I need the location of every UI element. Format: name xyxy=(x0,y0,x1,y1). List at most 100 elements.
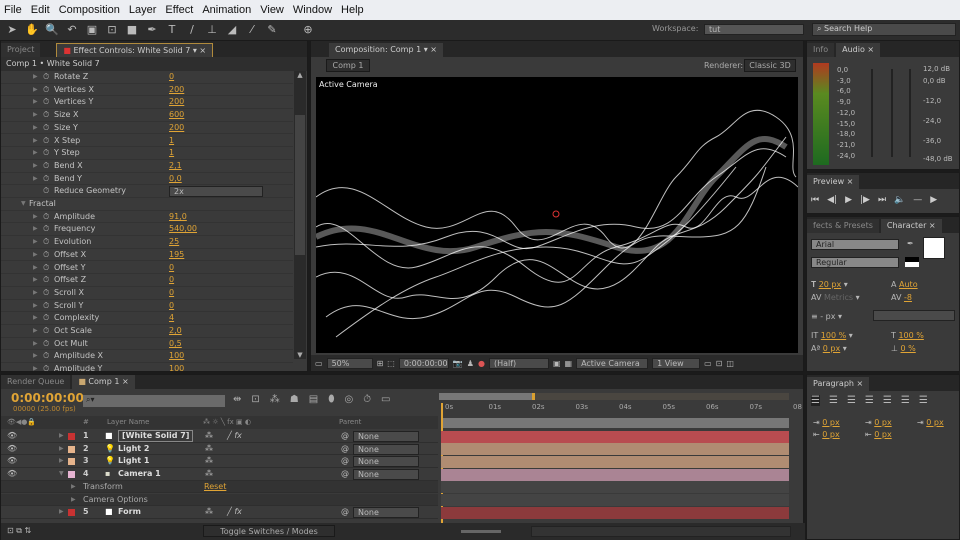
property-value[interactable]: 0 xyxy=(169,71,174,83)
stopwatch-icon[interactable]: ⏱ xyxy=(43,173,49,185)
ram-preview-icon[interactable]: ▶ xyxy=(930,195,937,205)
tab-effect-controls[interactable]: ■ Effect Controls: White Solid 7 ▾ × xyxy=(56,43,214,57)
toggle-switches-modes-button[interactable]: Toggle Switches / Modes xyxy=(203,525,335,537)
resolution-select[interactable]: (Half) xyxy=(488,357,549,369)
magnification-select[interactable]: 50% xyxy=(326,357,373,369)
brainstorm-icon[interactable]: ◎ xyxy=(344,394,353,405)
menu-view[interactable]: View xyxy=(260,4,284,16)
default-colors-icon[interactable] xyxy=(905,257,919,267)
expand-triangle-icon[interactable]: ▶ xyxy=(33,173,38,185)
menu-window[interactable]: Window xyxy=(293,4,332,16)
font-style-select[interactable]: Regular xyxy=(811,257,899,268)
property-value[interactable]: 0,5 xyxy=(169,338,182,350)
camera-view-select[interactable]: Active Camera xyxy=(576,357,649,369)
tsume-field[interactable]: 0 % xyxy=(901,344,916,353)
stopwatch-icon[interactable]: ⏱ xyxy=(43,211,49,223)
tab-render-queue[interactable]: Render Queue xyxy=(1,375,71,389)
renderer-button[interactable]: Classic 3D xyxy=(744,59,796,72)
graph-editor-icon[interactable]: ▭ xyxy=(381,394,390,405)
first-frame-icon[interactable]: ⏮ xyxy=(811,195,819,205)
property-value[interactable]: 91,0 xyxy=(169,211,187,223)
frame-blending-icon[interactable]: ▤ xyxy=(309,394,318,405)
eraser-tool-icon[interactable]: ◢ xyxy=(224,23,240,37)
property-value[interactable]: 2,0 xyxy=(169,325,182,337)
stopwatch-icon[interactable]: ⏱ xyxy=(43,135,49,147)
layer-duration-bar[interactable] xyxy=(441,468,789,481)
pan-behind-tool-icon[interactable]: ⊡ xyxy=(104,23,120,37)
expand-triangle-icon[interactable]: ▶ xyxy=(33,122,38,134)
brush-tool-icon[interactable]: / xyxy=(184,23,200,37)
menu-layer[interactable]: Layer xyxy=(129,4,157,16)
property-value[interactable]: 540,00 xyxy=(169,223,197,235)
tab-comp-1-timeline[interactable]: ■ Comp 1 × xyxy=(72,375,135,389)
expand-triangle-icon[interactable]: ▶ xyxy=(33,147,38,159)
clone-tool-icon[interactable]: ⊥ xyxy=(204,23,220,37)
timeline-search-input[interactable]: ⌕▾ xyxy=(83,395,225,407)
effect-group-label[interactable]: Fractal xyxy=(29,198,56,210)
expand-triangle-icon[interactable]: ▶ xyxy=(33,84,38,96)
expand-triangle-icon[interactable]: ▶ xyxy=(33,160,38,172)
property-value[interactable]: 600 xyxy=(169,109,184,121)
property-value[interactable]: 200 xyxy=(169,122,184,134)
shape-tool-icon[interactable]: ■ xyxy=(124,23,140,37)
expand-triangle-icon[interactable]: ▶ xyxy=(33,287,38,299)
expand-triangle-icon[interactable]: ▶ xyxy=(33,363,38,371)
layer-duration-bar[interactable] xyxy=(441,506,789,519)
align-right-icon[interactable]: ☰ xyxy=(847,395,856,406)
show-snapshot-icon[interactable]: ♟ xyxy=(467,359,474,368)
menu-help[interactable]: Help xyxy=(341,4,364,16)
kerning-field[interactable]: Metrics xyxy=(824,293,853,302)
property-value[interactable]: 100 xyxy=(169,350,184,362)
tab-project[interactable]: Project xyxy=(1,43,41,57)
expand-triangle-icon[interactable]: ▶ xyxy=(33,236,38,248)
indent-left-field[interactable]: 0 px xyxy=(822,418,839,427)
expand-triangle-icon[interactable]: ▶ xyxy=(33,96,38,108)
hand-tool-icon[interactable]: ✋ xyxy=(24,23,40,37)
stopwatch-icon[interactable]: ⏱ xyxy=(43,185,49,197)
layer-duration-bar[interactable] xyxy=(441,455,789,468)
property-value[interactable]: 0,0 xyxy=(169,173,182,185)
property-value[interactable]: 0 xyxy=(169,287,174,299)
menu-file[interactable]: File xyxy=(4,4,22,16)
stopwatch-icon[interactable]: ⏱ xyxy=(43,274,49,286)
time-ruler[interactable]: 0s 01s 02s 03s 04s 05s 06s 07s 08 xyxy=(439,401,802,413)
property-value[interactable]: 0 xyxy=(169,262,174,274)
next-frame-icon[interactable]: |▶ xyxy=(860,195,870,205)
property-value[interactable]: 100 xyxy=(169,363,184,371)
property-value[interactable]: 25 xyxy=(169,236,179,248)
play-icon[interactable]: ▶ xyxy=(845,195,852,205)
transparency-grid-icon[interactable]: ▦ xyxy=(565,359,573,368)
stopwatch-icon[interactable]: ⏱ xyxy=(43,160,49,172)
roto-brush-icon[interactable]: ⁄ xyxy=(244,23,260,37)
search-help-input[interactable]: ⌕ Search Help xyxy=(812,23,956,36)
expand-triangle-icon[interactable]: ▶ xyxy=(33,262,38,274)
rotate-tool-icon[interactable]: ↶ xyxy=(64,23,80,37)
channel-icon[interactable]: ● xyxy=(478,359,485,368)
tab-audio[interactable]: Audio × xyxy=(836,43,881,57)
font-size-field[interactable]: 20 px xyxy=(819,280,842,289)
property-value[interactable]: 0 xyxy=(169,274,174,286)
type-tool-icon[interactable]: T xyxy=(164,23,180,37)
stopwatch-icon[interactable]: ⏱ xyxy=(43,223,49,235)
eyedropper-icon[interactable]: ✒ xyxy=(907,239,914,248)
puppet-tool-icon[interactable]: ✎ xyxy=(264,23,280,37)
stopwatch-icon[interactable]: ⏱ xyxy=(43,96,49,108)
motion-blur-icon[interactable]: ⬮ xyxy=(328,394,334,405)
menu-composition[interactable]: Composition xyxy=(59,4,120,16)
property-value[interactable]: 195 xyxy=(169,249,184,261)
space-before-field[interactable]: 0 px xyxy=(822,430,839,439)
property-value[interactable]: 1 xyxy=(169,147,174,159)
expand-triangle-icon[interactable]: ▶ xyxy=(33,300,38,312)
align-left-icon[interactable]: ☰ xyxy=(811,395,820,406)
expand-triangle-icon[interactable]: ▶ xyxy=(33,223,38,235)
baseline-shift-field[interactable]: 0 px xyxy=(823,344,840,353)
stopwatch-icon[interactable]: ⏱ xyxy=(43,325,49,337)
audio-slider-left[interactable] xyxy=(871,69,873,157)
stopwatch-icon[interactable]: ⏱ xyxy=(43,109,49,121)
always-preview-icon[interactable]: ▭ xyxy=(315,359,323,368)
vertical-scale-field[interactable]: 100 % xyxy=(821,331,846,340)
expand-triangle-icon[interactable]: ▶ xyxy=(33,109,38,121)
stopwatch-icon[interactable]: ⏱ xyxy=(43,249,49,261)
justify-center-icon[interactable]: ☰ xyxy=(883,395,892,406)
justify-all-icon[interactable]: ☰ xyxy=(919,395,928,406)
